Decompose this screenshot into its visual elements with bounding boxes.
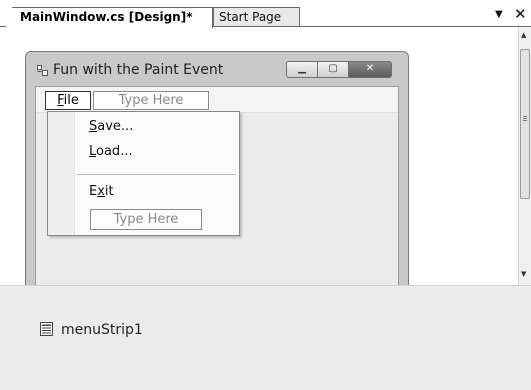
menustrip-icon [40, 322, 53, 336]
scroll-up-icon[interactable]: ▲ [521, 31, 526, 39]
menu-icon-gutter [48, 112, 75, 235]
close-icon[interactable]: ✕ [514, 5, 527, 23]
grip-line [523, 120, 527, 121]
maximize-icon: ▢ [328, 63, 338, 74]
menu-file[interactable]: File [45, 91, 91, 110]
minimize-icon: ▁ [298, 63, 306, 74]
menu-item-label: E [89, 184, 98, 199]
menu-item-label: it [104, 184, 114, 199]
document-tab-strip: MainWindow.cs [Design]* Start Page ▼ ✕ [0, 0, 531, 28]
tab-start-page[interactable]: Start Page [213, 7, 300, 27]
menu-file-label: ile [63, 93, 79, 108]
tab-mainwindow-design[interactable]: MainWindow.cs [Design]* [6, 7, 213, 28]
minimize-button[interactable]: ▁ [286, 61, 318, 78]
grip-line [523, 116, 527, 117]
maximize-button[interactable]: ▢ [317, 61, 349, 78]
close-button[interactable]: ✕ [348, 61, 392, 78]
menu-item-load[interactable]: Load... [89, 144, 133, 159]
menu-item-label: oad... [96, 144, 133, 159]
form-icon [37, 65, 48, 76]
caption-buttons: ▁ ▢ ✕ [286, 61, 396, 78]
mnemonic: L [89, 144, 97, 159]
scroll-down-icon[interactable]: ▼ [521, 270, 526, 278]
scrollbar-thumb[interactable] [520, 49, 530, 199]
tray-component-menustrip[interactable]: menuStrip1 [40, 322, 143, 338]
mnemonic: x [97, 184, 105, 199]
vertical-scrollbar[interactable]: ▲ ▼ [518, 27, 531, 285]
grip-line [523, 118, 527, 119]
menu-strip: File Type Here [36, 87, 398, 113]
close-icon: ✕ [365, 63, 375, 74]
form-title: Fun with the Paint Event [53, 62, 224, 78]
file-dropdown-menu: Save... Load... Exit Type Here [47, 111, 240, 236]
menu-item-label: ave... [97, 119, 134, 134]
component-tray: menuStrip1 [0, 285, 531, 390]
dropdown-type-here-input[interactable]: Type Here [90, 209, 202, 230]
tray-component-label: menuStrip1 [61, 322, 143, 338]
menu-item-exit[interactable]: Exit [89, 184, 114, 199]
menubar-type-here-input[interactable]: Type Here [93, 91, 209, 110]
menu-separator [77, 174, 236, 175]
chevron-down-icon[interactable]: ▼ [495, 9, 503, 20]
menu-item-save[interactable]: Save... [89, 119, 133, 134]
